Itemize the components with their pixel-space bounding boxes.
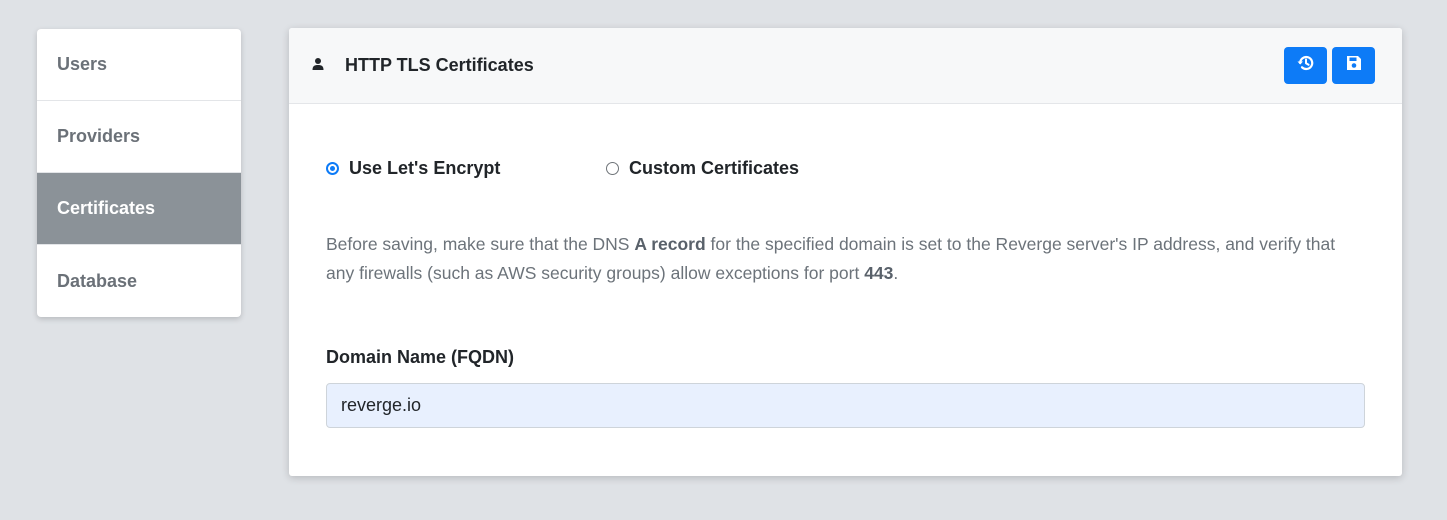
letsencrypt-option[interactable]: Use Let's Encrypt [326,158,500,179]
save-button[interactable] [1332,47,1375,84]
letsencrypt-radio[interactable] [326,161,339,175]
info-text-part: . [893,263,899,283]
settings-sidebar: Users Providers Certificates Database [37,29,241,317]
sidebar-item-label: Users [57,54,108,74]
sidebar-item-users[interactable]: Users [37,29,241,101]
info-text-bold: 443 [864,263,894,283]
sidebar-item-providers[interactable]: Providers [37,101,241,173]
card-header: HTTP TLS Certificates [289,28,1402,104]
info-text-part: Before saving, make sure that the DNS [326,234,635,254]
certificates-card: HTTP TLS Certificates Use Let's Encrypt … [289,28,1402,476]
domain-name-label: Domain Name (FQDN) [326,347,515,367]
custom-certificates-option[interactable]: Custom Certificates [606,156,799,180]
sidebar-item-label: Providers [57,126,141,146]
save-icon [1345,54,1363,77]
info-text-bold: A record [634,234,706,254]
letsencrypt-label: Use Let's Encrypt [349,157,501,178]
user-icon [311,57,325,71]
certificate-source-options: Use Let's Encrypt Custom Certificates [326,156,799,180]
sidebar-item-database[interactable]: Database [37,245,241,317]
card-title: HTTP TLS Certificates [345,55,534,75]
sidebar-item-certificates[interactable]: Certificates [37,173,241,245]
sidebar-item-label: Certificates [57,198,156,218]
custom-certificates-radio[interactable] [606,161,619,175]
sidebar-item-label: Database [57,270,138,291]
dns-info-text: Before saving, make sure that the DNS A … [326,230,1366,288]
custom-certificates-label: Custom Certificates [629,157,800,178]
history-button[interactable] [1284,47,1327,84]
history-icon [1296,53,1316,78]
domain-name-input[interactable] [326,383,1365,428]
